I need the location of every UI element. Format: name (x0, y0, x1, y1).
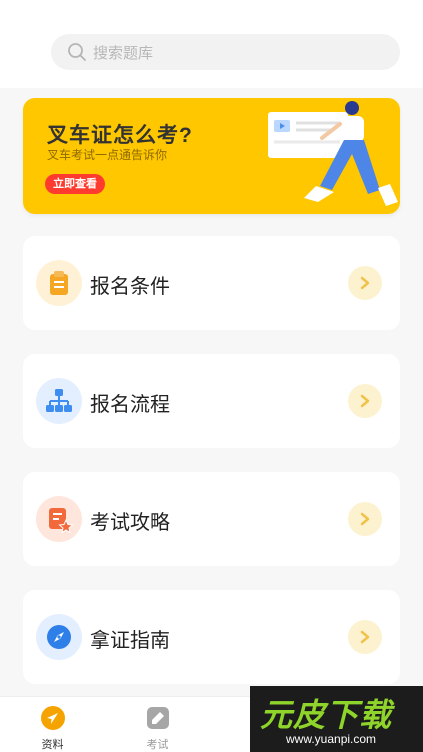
tab-label: 资料 (41, 739, 64, 751)
navigation-icon (40, 706, 65, 730)
chevron-right-icon[interactable] (348, 502, 382, 536)
card-label: 拿证指南 (90, 630, 170, 652)
app-screen: 搜索题库 叉车证怎么考? 叉车考试一点通告诉你 立即查看 报名条件 报名流程 考… (0, 0, 423, 752)
banner-title: 叉车证怎么考? (47, 124, 193, 147)
search-icon (68, 43, 86, 61)
card-icon-wrap (36, 260, 82, 306)
compass-icon (47, 625, 71, 649)
card-label: 考试攻略 (90, 512, 170, 534)
chevron-right-icon[interactable] (348, 384, 382, 418)
card-certificate-guide[interactable]: 拿证指南 (23, 590, 400, 684)
banner-subtitle: 叉车考试一点通告诉你 (47, 148, 168, 162)
top-bar: 搜索题库 (0, 0, 423, 88)
tab-label: 考试 (146, 739, 169, 751)
card-icon-wrap (36, 378, 82, 424)
card-exam-strategy[interactable]: 考试攻略 (23, 472, 400, 566)
chevron-right-icon[interactable] (348, 266, 382, 300)
card-registration-process[interactable]: 报名流程 (23, 354, 400, 448)
search-placeholder: 搜索题库 (93, 44, 154, 62)
tab-materials[interactable]: 资料 (0, 697, 105, 752)
clipboard-icon (50, 271, 68, 295)
card-label: 报名流程 (90, 394, 170, 416)
card-icon-wrap (36, 614, 82, 660)
promo-banner[interactable]: 叉车证怎么考? 叉车考试一点通告诉你 立即查看 (23, 98, 400, 214)
notebook-icon (146, 707, 169, 729)
chevron-right-icon[interactable] (348, 620, 382, 654)
tab-exam[interactable]: 考试 (105, 697, 210, 752)
card-icon-wrap (36, 496, 82, 542)
card-label: 报名条件 (90, 276, 170, 298)
watermark-logo: 元皮下载 (260, 697, 393, 733)
document-star-icon (49, 508, 73, 533)
watermark: 元皮下载 www.yuanpi.com (250, 686, 423, 752)
card-registration-conditions[interactable]: 报名条件 (23, 236, 400, 330)
watermark-url: www.yuanpi.com (286, 732, 377, 746)
flowchart-icon (46, 389, 72, 412)
search-input[interactable]: 搜索题库 (51, 34, 400, 70)
banner-illustration (268, 101, 398, 206)
view-now-button[interactable]: 立即查看 (45, 174, 105, 194)
